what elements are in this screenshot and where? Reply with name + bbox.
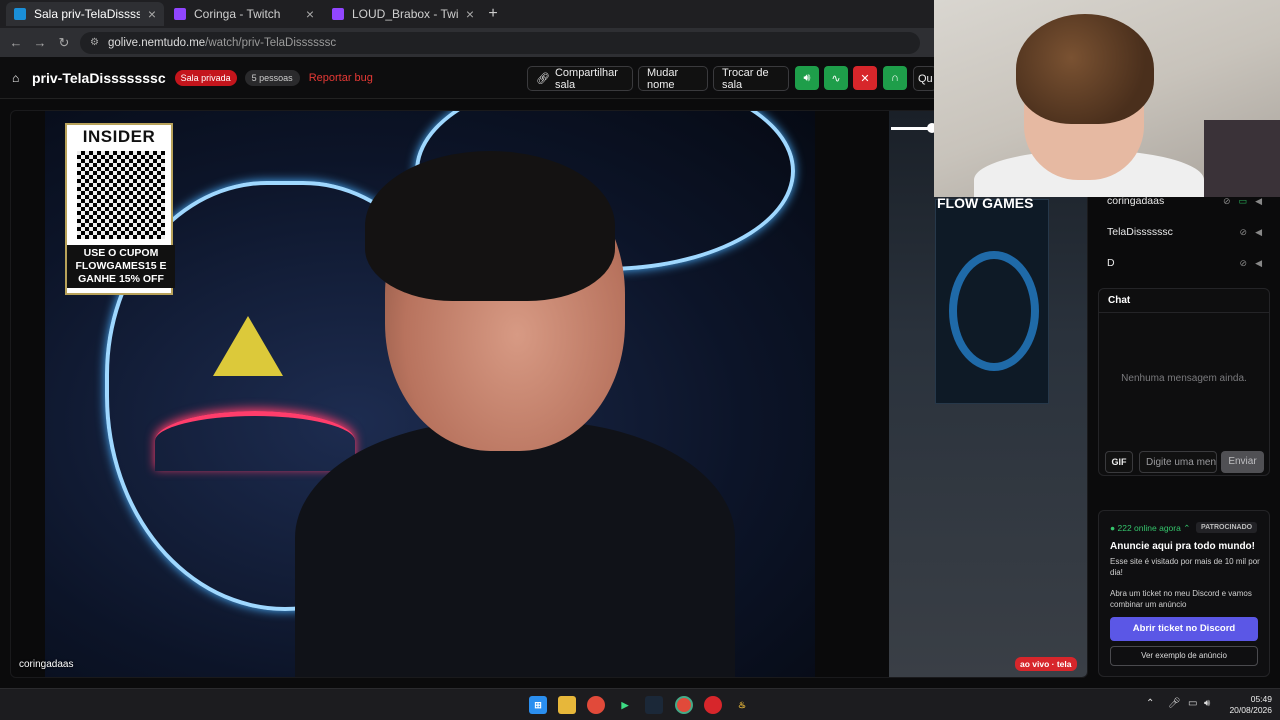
chat-message-input[interactable]	[1139, 451, 1217, 473]
twitch-favicon-icon	[332, 8, 344, 20]
close-icon[interactable]: ×	[148, 6, 156, 22]
file-explorer-icon[interactable]	[558, 696, 576, 714]
red-app-icon[interactable]	[704, 696, 722, 714]
live-badge: ao vivo · tela	[1015, 657, 1077, 671]
close-icon[interactable]: ×	[466, 6, 474, 22]
golive-favicon-icon	[14, 8, 26, 20]
tray-mic-icon[interactable]: 🎤︎	[1168, 698, 1181, 709]
send-button[interactable]: Enviar	[1221, 451, 1264, 473]
participant-name: TelaDissssssc	[1107, 226, 1173, 238]
volume-icon[interactable]: ◀︎	[1255, 227, 1262, 239]
system-clock[interactable]: 05:49 20/08/2026	[1222, 694, 1272, 716]
webcam-background	[1204, 120, 1280, 197]
mic-off-icon[interactable]: ⊘	[1223, 196, 1231, 208]
divider	[1099, 312, 1269, 313]
app-icon[interactable]: ♨	[733, 696, 751, 714]
volume-slider-track[interactable]	[891, 127, 931, 130]
clock-time: 05:49	[1250, 694, 1272, 704]
back-arrow-icon[interactable]: ←	[4, 35, 28, 50]
share-room-label: Compartilhar sala	[554, 66, 618, 91]
rename-button[interactable]: Mudar nome	[638, 66, 708, 91]
promo-qr-card: INSIDER USE O CUPOM FLOWGAMES15 E GANHE …	[65, 123, 175, 295]
forward-arrow-icon[interactable]: →	[28, 35, 52, 50]
stream-video-frame: INSIDER USE O CUPOM FLOWGAMES15 E GANHE …	[45, 111, 815, 677]
activity-icon[interactable]: ∿	[824, 66, 848, 90]
chat-title: Chat	[1108, 295, 1131, 306]
clock-date: 20/08/2026	[1229, 705, 1272, 715]
chrome-active-icon[interactable]	[675, 696, 693, 714]
gif-button[interactable]: GIF	[1105, 451, 1133, 473]
speaker-icon[interactable]: 🔊︎	[795, 66, 819, 90]
tray-network-icon[interactable]: ▭	[1188, 698, 1197, 709]
room-name: priv-TelaDisssssssc	[32, 69, 166, 86]
online-count[interactable]: ● 222 online agora ⌃	[1110, 523, 1190, 534]
url-host: golive.nemtudo.me	[108, 36, 206, 49]
tab-label: LOUD_Brabox - Twitch	[352, 7, 458, 21]
video-player[interactable]: INSIDER USE O CUPOM FLOWGAMES15 E GANHE …	[10, 110, 1088, 678]
windows-taskbar: ⊞ ▶︎ ♨ ⌃ 🎤︎ ▭ 🔊︎ 05:49 20/08/2026	[0, 688, 1280, 720]
side-ring-decoration	[949, 251, 1039, 371]
triforce-icon	[213, 316, 283, 376]
tab-label: Coringa - Twitch	[194, 7, 281, 21]
headphones-icon[interactable]: ∩	[883, 66, 907, 90]
ad-title: Anuncie aqui pra todo mundo!	[1110, 541, 1255, 552]
switch-room-button[interactable]: Trocar de sala	[713, 66, 789, 91]
tab-golive[interactable]: Sala priv-TelaDissssssc | GoLive ×	[6, 2, 164, 26]
mic-off-icon[interactable]: ⊘	[1240, 227, 1248, 239]
tab-coringa-twitch[interactable]: Coringa - Twitch ×	[166, 2, 322, 26]
report-bug-link[interactable]: Reportar bug	[309, 72, 373, 84]
participant-controls: ⊘ ◀︎	[1212, 227, 1262, 239]
windows-start-icon[interactable]: ⊞	[529, 696, 547, 714]
flow-games-logo: FLOW GAMES	[937, 195, 1034, 211]
open-discord-ticket-button[interactable]: Abrir ticket no Discord	[1110, 617, 1258, 641]
ad-subtitle: Esse site é visitado por mais de 10 mil …	[1110, 557, 1260, 577]
url-path: /watch/priv-TelaDissssssc	[205, 36, 337, 49]
webcam-overlay	[934, 0, 1280, 197]
volume-icon[interactable]: ◀︎	[1255, 258, 1262, 270]
steam-icon[interactable]	[645, 696, 663, 714]
people-count-badge: 5 pessoas	[244, 69, 300, 86]
play-app-icon[interactable]: ▶︎	[616, 696, 634, 714]
volume-icon[interactable]: ◀︎	[1255, 196, 1262, 208]
streamer-figure	[295, 151, 735, 677]
screen-share-icon[interactable]: ▭	[1239, 196, 1248, 208]
participant-controls: ⊘ ◀︎	[1212, 258, 1262, 270]
url-field[interactable]: ⚙ golive.nemtudo.me/watch/priv-TelaDisss…	[80, 31, 920, 54]
tray-chevron-icon[interactable]: ⌃	[1146, 698, 1154, 709]
chat-empty-message: Nenhuma mensagem ainda.	[1121, 373, 1247, 384]
twitch-favicon-icon	[174, 8, 186, 20]
webcam-hair	[1016, 14, 1154, 124]
promo-coupon-text: USE O CUPOM FLOWGAMES15 E GANHE 15% OFF	[67, 245, 175, 288]
sponsored-ad: ● 222 online agora ⌃ PATROCINADO Anuncie…	[1098, 510, 1270, 677]
tab-label: Sala priv-TelaDissssssc | GoLive	[34, 7, 140, 21]
sponsored-badge: PATROCINADO	[1196, 522, 1258, 533]
participant-name: D	[1107, 257, 1115, 269]
ad-example-button[interactable]: Ver exemplo de anúncio	[1110, 646, 1258, 666]
streamer-name-label: coringadaas	[19, 659, 74, 670]
shirt	[295, 421, 735, 677]
private-room-badge: Sala privada	[174, 69, 237, 86]
site-info-icon[interactable]: ⚙	[90, 37, 102, 48]
chrome-icon[interactable]	[587, 696, 605, 714]
close-icon[interactable]: ×	[306, 6, 314, 22]
promo-brand: INSIDER	[67, 125, 171, 147]
new-tab-plus-icon[interactable]: +	[484, 5, 502, 23]
link-icon: 🔗︎	[536, 73, 550, 85]
tray-volume-icon[interactable]: 🔊︎	[1204, 698, 1210, 709]
home-icon[interactable]: ⌂	[12, 71, 24, 85]
hair	[365, 151, 615, 301]
tab-loud-brabox-twitch[interactable]: LOUD_Brabox - Twitch ×	[324, 2, 482, 26]
mic-muted-icon[interactable]: ✕	[853, 66, 877, 90]
participant-name: coringadaas	[1107, 195, 1165, 207]
qr-code-icon	[77, 151, 165, 239]
chat-panel: Chat Nenhuma mensagem ainda. GIF Enviar	[1098, 288, 1270, 476]
ad-description: Abra um ticket no meu Discord e vamos co…	[1110, 589, 1252, 609]
participant-controls: ⊘ ▭ ◀︎	[1212, 196, 1262, 208]
reload-icon[interactable]: ↻	[52, 35, 76, 51]
mic-off-icon[interactable]: ⊘	[1240, 258, 1248, 270]
share-room-button[interactable]: 🔗︎ Compartilhar sala	[527, 66, 633, 91]
